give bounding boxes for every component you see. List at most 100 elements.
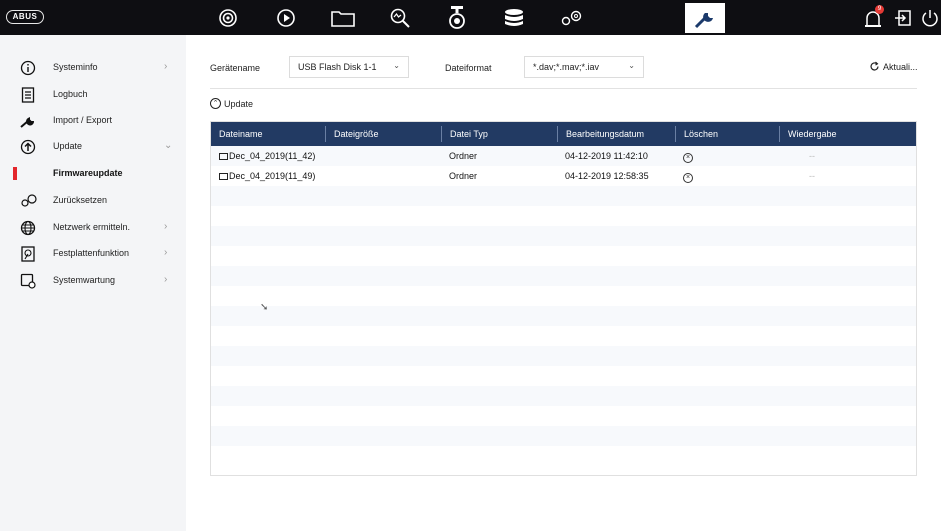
device-name-label: Gerätename bbox=[210, 63, 261, 73]
chevron-right-icon: › bbox=[164, 247, 168, 258]
sidebar-item-label: Systeminfo bbox=[53, 62, 98, 72]
file-name: Dec_04_2019(11_49) bbox=[229, 171, 316, 181]
empty-row bbox=[211, 186, 916, 206]
empty-row bbox=[211, 226, 916, 246]
maintenance-wrench-icon[interactable] bbox=[685, 3, 725, 33]
abus-logo: ABUS bbox=[6, 10, 44, 24]
sidebar-item-firmwareupdate[interactable]: Firmwareupdate bbox=[0, 161, 186, 187]
empty-row bbox=[211, 246, 916, 266]
active-indicator bbox=[13, 167, 17, 180]
file-date-cell: 04-12-2019 12:58:35 bbox=[565, 171, 649, 181]
column-header-dateityp[interactable]: Datei Typ bbox=[441, 126, 557, 142]
alarm-icon[interactable]: 9 bbox=[858, 3, 888, 33]
disk-icon bbox=[20, 246, 36, 262]
refresh-label: Aktuali... bbox=[883, 61, 918, 72]
logout-icon[interactable] bbox=[888, 3, 918, 33]
file-date-cell: 04-12-2019 11:42:10 bbox=[565, 151, 648, 161]
empty-row bbox=[211, 446, 916, 466]
table-row[interactable]: Dec_04_2019(11_42) Ordner 04-12-2019 11:… bbox=[211, 146, 916, 166]
playback-icon[interactable] bbox=[266, 3, 306, 33]
mouse-cursor-icon: ➘ bbox=[260, 302, 269, 313]
empty-row bbox=[211, 306, 916, 326]
empty-row bbox=[211, 266, 916, 286]
log-icon bbox=[20, 87, 36, 103]
update-section-toggle[interactable]: ⌃ Update bbox=[210, 98, 253, 109]
wrench-icon bbox=[20, 113, 36, 129]
sidebar-item-update[interactable]: Update ⌄ bbox=[0, 134, 186, 160]
empty-row bbox=[211, 406, 916, 426]
delete-cell: × bbox=[675, 166, 693, 186]
file-format-label: Dateiformat bbox=[445, 63, 492, 73]
globe-icon bbox=[20, 220, 36, 236]
info-icon bbox=[20, 60, 36, 76]
empty-row bbox=[211, 326, 916, 346]
file-type-cell: Ordner bbox=[449, 151, 478, 161]
sidebar-item-label: Logbuch bbox=[53, 89, 88, 99]
collapse-icon: ⌃ bbox=[210, 98, 221, 109]
file-name: Dec_04_2019(11_42) bbox=[229, 151, 316, 161]
file-size-cell bbox=[325, 146, 333, 166]
sidebar-item-systeminfo[interactable]: Systeminfo › bbox=[0, 55, 186, 81]
sidebar-item-import-export[interactable]: Import / Export bbox=[0, 108, 186, 134]
column-header-bearbeitungsdatum[interactable]: Bearbeitungsdatum bbox=[557, 126, 675, 142]
top-bar: ABUS 9 bbox=[0, 0, 941, 35]
file-type-cell: Ordner bbox=[449, 171, 478, 181]
refresh-button[interactable]: Aktuali... bbox=[869, 61, 918, 72]
column-header-dateigroesse[interactable]: Dateigröße bbox=[325, 126, 441, 142]
sidebar: Systeminfo › Logbuch Import / Export Upd… bbox=[0, 35, 186, 531]
delete-icon[interactable]: × bbox=[683, 153, 693, 163]
sidebar-item-systemwartung[interactable]: Systemwartung › bbox=[0, 268, 186, 294]
sidebar-item-label: Zurücksetzen bbox=[53, 195, 108, 205]
search-icon[interactable] bbox=[380, 3, 420, 33]
sidebar-item-logbuch[interactable]: Logbuch bbox=[0, 82, 186, 108]
file-size-cell bbox=[325, 166, 333, 186]
playback-cell: -- bbox=[809, 151, 815, 161]
file-format-select[interactable]: *.dav;*.mav;*.iav ⌄ bbox=[524, 56, 644, 78]
device-select-value: USB Flash Disk 1-1 bbox=[298, 62, 377, 72]
folder-icon[interactable] bbox=[323, 3, 363, 33]
notification-badge: 9 bbox=[875, 5, 884, 14]
empty-row bbox=[211, 366, 916, 386]
sidebar-item-festplattenfunktion[interactable]: Festplattenfunktion › bbox=[0, 241, 186, 267]
empty-row bbox=[211, 206, 916, 226]
folder-icon bbox=[219, 173, 228, 180]
empty-row bbox=[211, 426, 916, 446]
sidebar-item-netzwerk[interactable]: Netzwerk ermitteln. › bbox=[0, 215, 186, 241]
column-header-loeschen[interactable]: Löschen bbox=[675, 126, 779, 142]
folder-icon bbox=[219, 153, 228, 160]
sidebar-item-label: Netzwerk ermitteln. bbox=[53, 222, 131, 232]
sidebar-item-label: Firmwareupdate bbox=[53, 168, 123, 178]
column-header-wiedergabe[interactable]: Wiedergabe bbox=[779, 126, 916, 142]
sidebar-item-label: Import / Export bbox=[53, 115, 113, 125]
table-header: Dateiname Dateigröße Datei Typ Bearbeitu… bbox=[211, 122, 916, 146]
file-name-cell: Dec_04_2019(11_49) bbox=[211, 166, 315, 186]
device-select[interactable]: USB Flash Disk 1-1 ⌄ bbox=[289, 56, 409, 78]
file-name-cell: Dec_04_2019(11_42) bbox=[211, 146, 315, 166]
chevron-down-icon: ⌄ bbox=[393, 61, 400, 70]
update-section-title: Update bbox=[224, 98, 254, 109]
upload-icon bbox=[20, 139, 36, 155]
power-icon[interactable] bbox=[918, 3, 941, 33]
sidebar-item-label: Systemwartung bbox=[53, 275, 116, 285]
delete-cell: × bbox=[675, 146, 693, 166]
storage-icon[interactable] bbox=[494, 3, 534, 33]
main-panel: Gerätename USB Flash Disk 1-1 ⌄ Dateifor… bbox=[186, 35, 941, 531]
table-row[interactable]: Dec_04_2019(11_49) Ordner 04-12-2019 12:… bbox=[211, 166, 916, 186]
live-view-camera-icon[interactable] bbox=[208, 3, 248, 33]
camera-icon[interactable] bbox=[437, 3, 477, 33]
chevron-down-icon: ⌄ bbox=[164, 140, 173, 151]
sidebar-item-label: Festplattenfunktion bbox=[53, 248, 130, 258]
column-header-dateiname[interactable]: Dateiname bbox=[211, 122, 325, 146]
file-format-select-value: *.dav;*.mav;*.iav bbox=[533, 62, 600, 72]
empty-row bbox=[211, 286, 916, 306]
chevron-down-icon: ⌄ bbox=[628, 61, 635, 70]
sidebar-item-label: Update bbox=[53, 141, 83, 151]
empty-row bbox=[211, 386, 916, 406]
delete-icon[interactable]: × bbox=[683, 173, 693, 183]
empty-row bbox=[211, 346, 916, 366]
chevron-right-icon: › bbox=[164, 61, 168, 72]
file-table: Dateiname Dateigröße Datei Typ Bearbeitu… bbox=[210, 121, 917, 476]
reset-icon bbox=[20, 193, 37, 209]
settings-icon[interactable] bbox=[551, 3, 591, 33]
sidebar-item-zuruecksetzen[interactable]: Zurücksetzen bbox=[0, 188, 186, 214]
